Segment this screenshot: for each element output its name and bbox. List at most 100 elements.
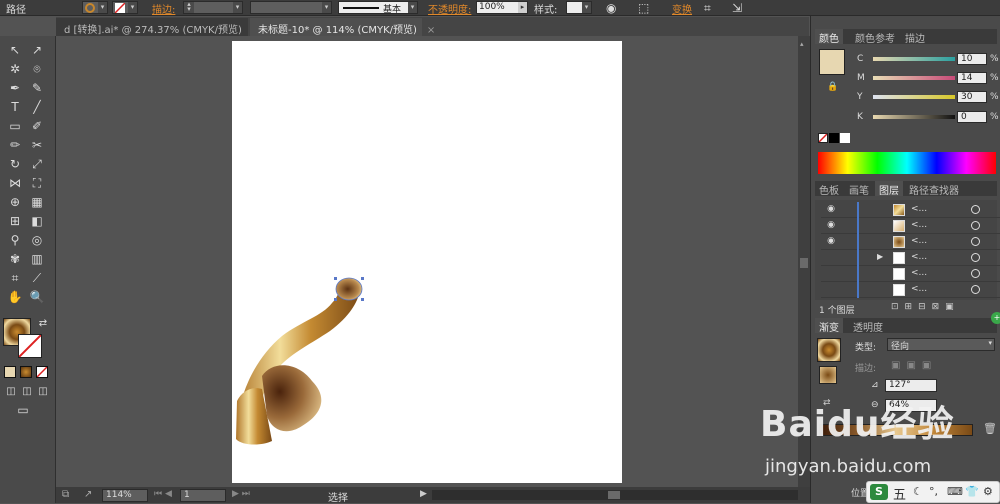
tab-stroke[interactable]: 描边 [901,29,929,45]
panel-menu-icon[interactable]: ⇲ [732,1,742,15]
next-page-icon[interactable]: ▶ ⏭ [232,489,250,499]
line-tool-icon[interactable]: ╱ [28,99,46,115]
selection-tool-icon[interactable]: ↖ [6,42,24,58]
layer-row[interactable]: <... [821,266,1000,282]
paintbrush-icon[interactable]: ✐ [28,118,46,134]
stroke-gradient-icons[interactable]: ▣▣▣ [891,360,937,371]
export-icon[interactable]: ↗ [84,489,92,500]
slice-tool-icon[interactable]: ⟋ [28,270,46,286]
close-icon[interactable]: × [427,25,435,36]
align-options-icon[interactable]: ⬚ [638,1,649,15]
slider-track[interactable] [873,57,955,61]
target-circle-icon[interactable] [971,269,980,278]
lasso-icon[interactable]: ⌾ [28,61,46,77]
target-circle-icon[interactable] [971,205,980,214]
none-color-icon[interactable] [818,133,828,143]
tab-swatches[interactable]: 色板 [815,181,843,197]
tab-color-guide[interactable]: 颜色参考 [851,29,899,45]
stroke-weight-field[interactable]: ▴ ▾ ▾ [183,1,243,14]
tab-gradient[interactable]: 渐变 [815,318,843,334]
channel-value[interactable]: 10 [957,53,987,65]
fill-color-dropdown[interactable]: ▾ [82,1,108,14]
tab-document-1[interactable]: d [转换].ai* @ 274.37% (CMYK/预览)× [56,18,260,36]
brush-definition-dropdown[interactable]: 基本 ▾ [338,1,418,15]
opacity-label[interactable]: 不透明度: [428,1,471,16]
free-transform-icon[interactable]: ⛶ [28,175,46,191]
target-circle-icon[interactable] [971,253,980,262]
pen-tool-icon[interactable]: ✒ [6,80,24,96]
stroke-swatch[interactable] [18,334,42,358]
isolate-icon[interactable]: ⌗ [704,1,711,16]
opacity-field[interactable]: 100% ▸ [476,1,528,14]
target-circle-icon[interactable] [971,285,980,294]
stroke-stepper-icon[interactable]: ▴ ▾ [184,1,194,13]
first-page-icon[interactable]: ⏮ ◀ [154,489,172,499]
selection-handle[interactable] [361,298,364,301]
magenta-slider[interactable]: M 14 % [817,72,999,86]
rotate-tool-icon[interactable]: ↻ [6,156,24,172]
layer-row[interactable]: <... [821,282,1000,298]
variable-width-dropdown[interactable]: ▾ [250,1,332,14]
tab-color[interactable]: 颜色 [815,29,843,45]
tab-brushes[interactable]: 画笔 [845,181,873,197]
share-icon[interactable]: ⧉ [62,489,69,500]
tab-layers[interactable]: 图层 [875,181,903,197]
zoom-tool-icon[interactable]: 🔍 [28,289,46,305]
channel-value[interactable]: 0 [957,111,987,123]
visibility-eye-icon[interactable]: ◉ [825,236,837,248]
horizontal-scrollbar[interactable] [432,490,798,500]
gradient-type-dropdown[interactable]: 径向 ▾ [887,338,995,352]
black-color-chip[interactable] [829,133,839,143]
transform-label[interactable]: 变换 [672,1,692,16]
mesh-tool-icon[interactable]: ⊞ [6,213,24,229]
rectangle-tool-icon[interactable]: ▭ [6,118,24,134]
layer-row[interactable]: ◉ <... [821,234,1000,250]
slider-track[interactable] [873,95,955,99]
screen-mode-icon[interactable]: ▭ [14,402,32,418]
layer-actions-icon[interactable]: ⊡⊞⊟⊠▣ [891,302,960,312]
column-graph-icon[interactable]: ▥ [28,251,46,267]
slider-track[interactable] [873,115,955,119]
sogou-logo[interactable]: S [870,484,888,500]
visibility-eye-icon[interactable]: ◉ [825,204,837,216]
artboard-tool-icon[interactable]: ⌗ [6,270,24,286]
page-field[interactable]: 1 [180,489,226,502]
perspective-grid-icon[interactable]: ▦ [28,194,46,210]
pencil-icon[interactable]: ✏ [6,137,24,153]
shape-builder-icon[interactable]: ⊕ [6,194,24,210]
width-tool-icon[interactable]: ⋈ [6,175,24,191]
channel-value[interactable]: 14 [957,72,987,84]
expand-arrow-icon[interactable]: ▶ [877,252,883,261]
visibility-eye-icon[interactable]: ◉ [825,220,837,232]
cyan-slider[interactable]: C 10 % [817,53,999,67]
dot-icon[interactable]: °, [929,485,938,498]
scale-tool-icon[interactable]: ⤢ [28,156,46,172]
angle-field[interactable]: 127° [885,379,937,392]
symbol-sprayer-icon[interactable]: ✾ [6,251,24,267]
white-color-chip[interactable] [840,133,850,143]
tab-pathfinder[interactable]: 路径查找器 [905,181,963,197]
scroll-up-icon[interactable]: ▴ [800,40,808,48]
ime-toolbar[interactable]: S 五 ☾ °, ⌨ 👕 ⚙ [866,481,1000,503]
stroke-label[interactable]: 描边: [152,1,175,16]
layer-row[interactable]: ▶ <... [821,250,1000,266]
gradient-tool-icon[interactable]: ◧ [28,213,46,229]
target-circle-icon[interactable] [971,221,980,230]
skin-icon[interactable]: 👕 [965,485,979,498]
curvature-tool-icon[interactable]: ✎ [28,80,46,96]
graphic-style-dropdown[interactable]: ▾ [566,1,592,14]
status-menu-icon[interactable]: ▶ [420,489,427,499]
black-slider[interactable]: K 0 % [817,111,999,125]
scroll-thumb[interactable] [800,258,808,268]
slider-track[interactable] [873,76,955,80]
selected-cap-shape[interactable] [335,277,363,301]
head-shape[interactable] [262,365,322,432]
direct-selection-tool-icon[interactable]: ↗ [28,42,46,58]
layer-row[interactable]: ◉ <... [821,202,1000,218]
input-mode[interactable]: 五 [893,484,906,503]
recolor-icon[interactable]: ◉ [606,1,616,15]
target-circle-icon[interactable] [971,237,980,246]
selection-handle[interactable] [334,277,337,280]
color-spectrum[interactable] [818,152,996,174]
trash-icon[interactable]: 🗑 [983,422,997,435]
